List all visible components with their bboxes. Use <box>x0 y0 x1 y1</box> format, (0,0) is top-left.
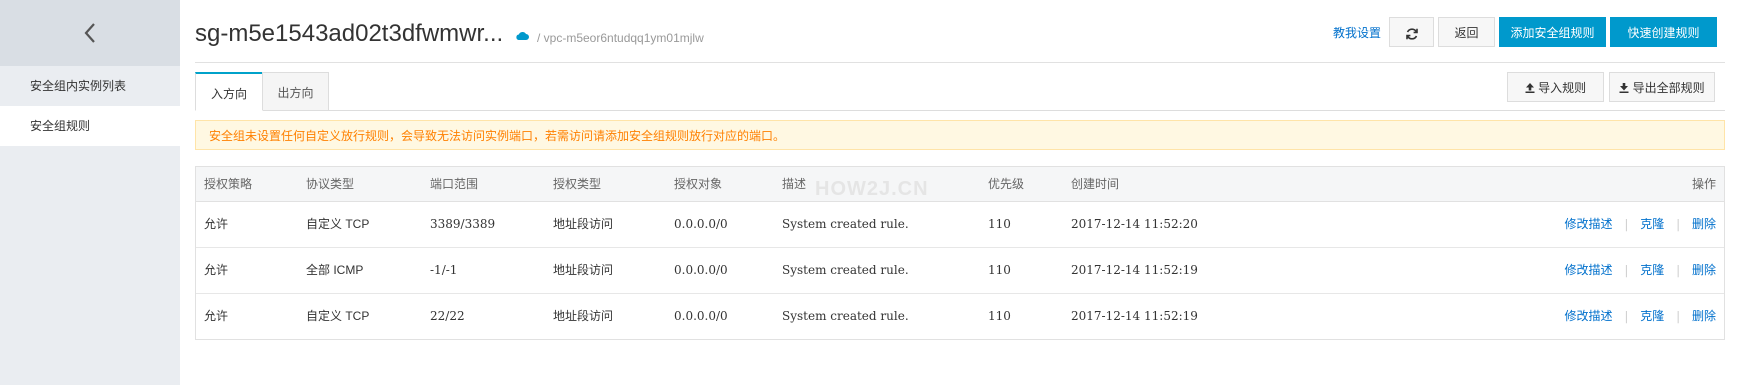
cell-protocol: 全部 ICMP <box>306 263 364 277</box>
cell-port-range: 22/22 <box>430 309 465 323</box>
cell-created-time: 2017-12-14 11:52:19 <box>1071 263 1198 277</box>
table-header: 授权策略 协议类型 端口范围 授权类型 授权对象 描述 优先级 创建时间 操作 <box>196 167 1724 202</box>
cell-priority: 110 <box>988 309 1011 323</box>
col-priority: 优先级 <box>988 177 1025 191</box>
cell-protocol: 自定义 TCP <box>306 309 370 323</box>
col-actions: 操作 <box>1691 177 1716 191</box>
import-rules-button[interactable]: 导入规则 <box>1507 72 1604 102</box>
cell-policy: 允许 <box>204 263 229 277</box>
cell-priority: 110 <box>988 217 1011 231</box>
page-title: sg-m5e1543ad02t3dfwmwr... <box>195 20 504 47</box>
col-protocol: 协议类型 <box>306 177 355 191</box>
delete-link[interactable]: 删除 <box>1692 217 1716 231</box>
col-description: 描述 <box>782 177 807 191</box>
edit-description-link[interactable]: 修改描述 <box>1565 309 1613 323</box>
warning-notice: 安全组未设置任何自定义放行规则，会导致无法访问实例端口，若需访问请添加安全组规则… <box>195 120 1725 150</box>
action-separator: | <box>1676 263 1681 277</box>
cell-priority: 110 <box>988 263 1011 277</box>
sidebar: 安全组内实例列表 安全组规则 <box>0 0 180 385</box>
table-row: 允许 全部 ICMP -1/-1 地址段访问 0.0.0.0/0 System … <box>196 248 1724 294</box>
cell-auth-type: 地址段访问 <box>553 309 614 323</box>
back-button[interactable]: 返回 <box>1438 17 1495 47</box>
col-port-range: 端口范围 <box>430 177 479 191</box>
cell-protocol: 自定义 TCP <box>306 217 370 231</box>
delete-link[interactable]: 删除 <box>1692 263 1716 277</box>
cell-policy: 允许 <box>204 217 229 231</box>
action-separator: | <box>1676 309 1681 323</box>
table-row: 允许 自定义 TCP 22/22 地址段访问 0.0.0.0/0 System … <box>196 294 1724 339</box>
main-content: sg-m5e1543ad02t3dfwmwr... / vpc-m5eor6nt… <box>195 0 1725 385</box>
download-icon <box>1619 83 1629 93</box>
action-separator: | <box>1624 263 1629 277</box>
cell-auth-object: 0.0.0.0/0 <box>674 263 728 277</box>
cell-created-time: 2017-12-14 11:52:20 <box>1071 217 1198 231</box>
export-rules-button[interactable]: 导出全部规则 <box>1609 72 1715 102</box>
col-created-time: 创建时间 <box>1071 177 1120 191</box>
cloud-icon <box>516 31 529 40</box>
tab-inbound[interactable]: 入方向 <box>195 72 263 111</box>
delete-link[interactable]: 删除 <box>1692 309 1716 323</box>
direction-tabs: 入方向 出方向 导入规则 导出全部规则 <box>195 72 1725 111</box>
col-auth-object: 授权对象 <box>674 177 723 191</box>
watermark: HOW2J.CN <box>815 178 929 200</box>
table-row: 允许 自定义 TCP 3389/3389 地址段访问 0.0.0.0/0 Sys… <box>196 202 1724 248</box>
row-actions: 修改描述 | 克隆 | 删除 <box>1565 294 1716 339</box>
refresh-button[interactable] <box>1389 17 1434 47</box>
page-header: sg-m5e1543ad02t3dfwmwr... / vpc-m5eor6nt… <box>195 0 1725 63</box>
help-link[interactable]: 教我设置 <box>1333 24 1381 41</box>
rules-table: 授权策略 协议类型 端口范围 授权类型 授权对象 描述 优先级 创建时间 操作 … <box>195 166 1725 340</box>
export-rules-label: 导出全部规则 <box>1632 81 1705 95</box>
cell-description: System created rule. <box>782 217 909 231</box>
back-nav[interactable] <box>0 0 180 66</box>
quick-create-rule-button[interactable]: 快速创建规则 <box>1610 17 1717 47</box>
sidebar-item-security-rules[interactable]: 安全组规则 <box>0 106 180 146</box>
col-auth-type: 授权类型 <box>553 177 602 191</box>
action-separator: | <box>1624 217 1629 231</box>
cell-auth-type: 地址段访问 <box>553 217 614 231</box>
row-actions: 修改描述 | 克隆 | 删除 <box>1565 248 1716 293</box>
refresh-icon <box>1405 28 1418 40</box>
col-policy: 授权策略 <box>204 177 253 191</box>
cell-policy: 允许 <box>204 309 229 323</box>
tab-outbound[interactable]: 出方向 <box>262 72 329 110</box>
cell-description: System created rule. <box>782 263 909 277</box>
clone-link[interactable]: 克隆 <box>1640 309 1664 323</box>
sidebar-item-instance-list[interactable]: 安全组内实例列表 <box>0 66 180 106</box>
add-rule-button[interactable]: 添加安全组规则 <box>1499 17 1606 47</box>
cell-port-range: -1/-1 <box>430 263 458 277</box>
cell-auth-object: 0.0.0.0/0 <box>674 309 728 323</box>
action-separator: | <box>1624 309 1629 323</box>
row-actions: 修改描述 | 克隆 | 删除 <box>1565 202 1716 247</box>
edit-description-link[interactable]: 修改描述 <box>1565 217 1613 231</box>
cell-created-time: 2017-12-14 11:52:19 <box>1071 309 1198 323</box>
upload-icon <box>1525 83 1535 93</box>
cell-description: System created rule. <box>782 309 909 323</box>
cell-auth-object: 0.0.0.0/0 <box>674 217 728 231</box>
cell-auth-type: 地址段访问 <box>553 263 614 277</box>
edit-description-link[interactable]: 修改描述 <box>1565 263 1613 277</box>
vpc-id: / vpc-m5eor6ntudqq1ym01mjlw <box>537 31 704 45</box>
clone-link[interactable]: 克隆 <box>1640 263 1664 277</box>
cell-port-range: 3389/3389 <box>430 217 496 231</box>
chevron-left-icon[interactable] <box>83 22 97 44</box>
clone-link[interactable]: 克隆 <box>1640 217 1664 231</box>
import-rules-label: 导入规则 <box>1538 81 1587 95</box>
action-separator: | <box>1676 217 1681 231</box>
